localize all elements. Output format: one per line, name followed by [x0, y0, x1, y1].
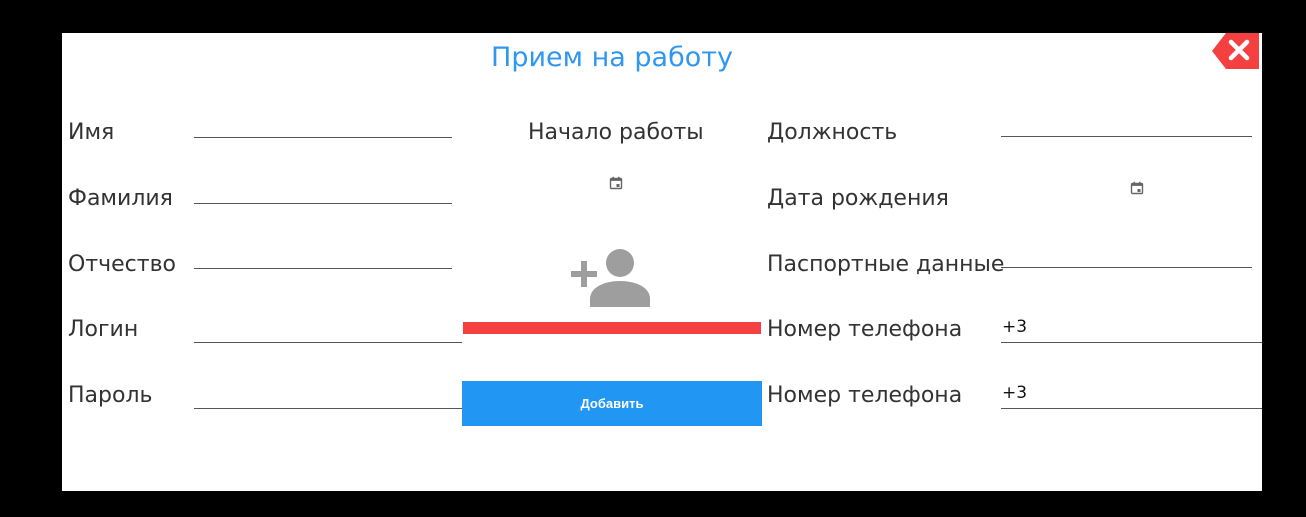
- add-person-icon: [571, 249, 650, 307]
- start-date-picker[interactable]: [609, 175, 623, 190]
- passport-input[interactable]: [1001, 267, 1252, 268]
- password-input[interactable]: [194, 408, 462, 409]
- phone-1-input[interactable]: [1001, 342, 1262, 343]
- last-name-input[interactable]: [194, 203, 452, 204]
- first-name-label: Имя: [68, 120, 115, 145]
- first-name-input[interactable]: [194, 137, 452, 138]
- patronymic-input[interactable]: [194, 268, 452, 269]
- phone-1-value: +3: [1002, 317, 1028, 337]
- login-label: Логин: [68, 317, 139, 342]
- position-input[interactable]: [1001, 136, 1252, 137]
- start-date-label: Начало работы: [528, 120, 704, 145]
- phone-2-input[interactable]: [1001, 408, 1262, 409]
- login-input[interactable]: [194, 342, 462, 343]
- birth-date-picker[interactable]: [1130, 180, 1144, 195]
- dialog-title: Прием на работу: [491, 42, 733, 73]
- calendar-icon: [609, 176, 623, 190]
- add-photo-button[interactable]: [568, 247, 652, 309]
- phone-2-value: +3: [1002, 383, 1028, 403]
- passport-label: Паспортные данные: [767, 252, 1005, 277]
- password-label: Пароль: [68, 383, 153, 408]
- last-name-label: Фамилия: [68, 186, 173, 211]
- phone-1-label: Номер телефона: [767, 317, 963, 342]
- calendar-icon: [1130, 181, 1144, 195]
- add-button[interactable]: Добавить: [462, 381, 762, 426]
- phone-2-label: Номер телефона: [767, 383, 963, 408]
- position-label: Должность: [767, 120, 898, 145]
- photo-error-bar: [463, 322, 761, 334]
- birth-date-label: Дата рождения: [767, 186, 949, 211]
- patronymic-label: Отчество: [68, 252, 177, 277]
- close-icon: [1212, 33, 1259, 69]
- close-button[interactable]: [1212, 33, 1259, 69]
